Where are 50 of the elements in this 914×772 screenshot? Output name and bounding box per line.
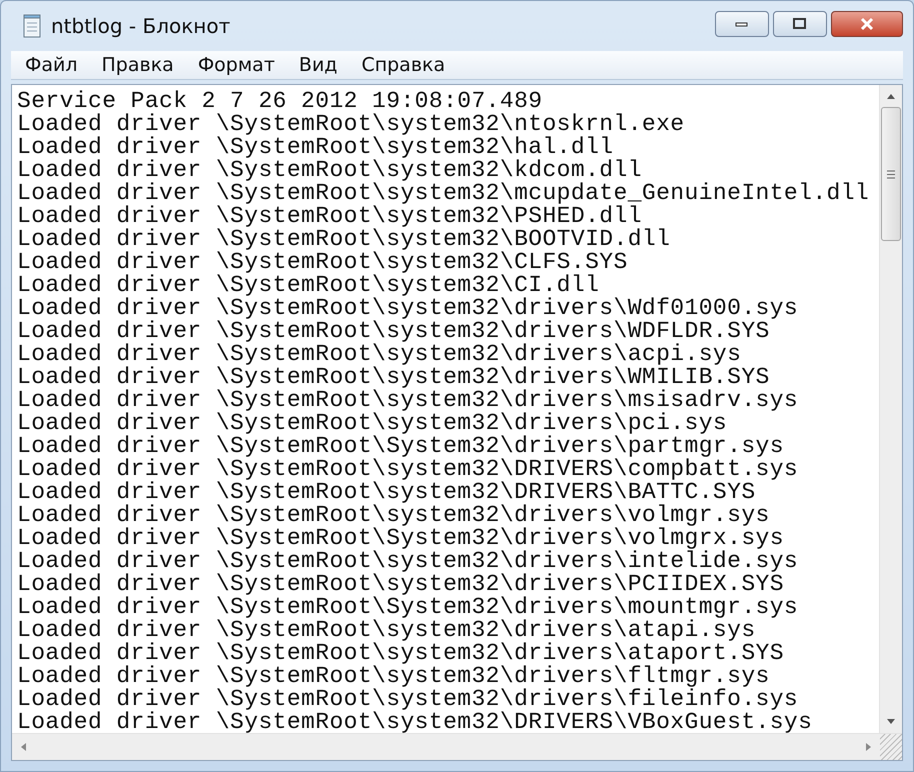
scroll-left-icon[interactable] — [20, 742, 26, 752]
text-line: Loaded driver \SystemRoot\system32\BOOTVID.dll — [17, 228, 670, 251]
text-line: Loaded driver \SystemRoot\system32\DRIVERS\BATTC.SYS — [17, 481, 756, 504]
maximize-button[interactable] — [773, 11, 827, 37]
text-line: Loaded driver \SystemRoot\system32\drivers\acpi.sys — [17, 343, 742, 366]
horizontal-scrollbar[interactable] — [12, 733, 902, 760]
text-line: Loaded driver \SystemRoot\system32\ntoskrnl.exe — [17, 113, 685, 136]
text-line: Loaded driver \SystemRoot\System32\drivers\partmgr.sys — [17, 435, 784, 458]
text-line: Loaded driver \SystemRoot\system32\PSHED.dll — [17, 205, 642, 228]
menu-item[interactable]: Формат — [186, 54, 287, 76]
text-line: Loaded driver \SystemRoot\system32\drivers\pci.sys — [17, 412, 728, 435]
text-line: Loaded driver \SystemRoot\system32\drivers\WMILIB.SYS — [17, 366, 770, 389]
menu-item[interactable]: Справка — [349, 54, 458, 76]
text-line: Service Pack 2 7 26 2012 19:08:07.489 — [17, 90, 542, 113]
text-line: Loaded driver \SystemRoot\system32\drivers\fileinfo.sys — [17, 688, 798, 711]
text-line: Loaded driver \SystemRoot\System32\drivers\volmgrx.sys — [17, 527, 784, 550]
notepad-icon — [23, 14, 41, 38]
scroll-up-icon[interactable] — [886, 93, 896, 99]
minimize-icon — [735, 20, 749, 28]
window-title: ntbtlog - Блокнот — [51, 14, 232, 38]
scroll-right-icon[interactable] — [866, 742, 872, 752]
text-line: Loaded driver \SystemRoot\system32\drivers\Wdf01000.sys — [17, 297, 798, 320]
text-line: Loaded driver \SystemRoot\system32\drivers\PCIIDEX.SYS — [17, 573, 784, 596]
text-line: Loaded driver \SystemRoot\system32\kdcom.dll — [17, 159, 642, 182]
text-line: Loaded driver \SystemRoot\system32\CLFS.SYS — [17, 251, 628, 274]
text-line: Loaded driver \SystemRoot\system32\mcupdate_GenuineIntel.dll — [17, 182, 870, 205]
vertical-scrollbar[interactable] — [879, 85, 902, 733]
grip-icon — [886, 170, 896, 178]
text-line: Loaded driver \SystemRoot\system32\drivers\fltmgr.sys — [17, 665, 770, 688]
maximize-icon — [793, 18, 807, 30]
menu-item[interactable]: Файл — [13, 54, 90, 76]
scroll-thumb[interactable] — [881, 107, 901, 241]
menu-item[interactable]: Правка — [90, 54, 186, 76]
text-line: Loaded driver \SystemRoot\system32\DRIVERS\compbatt.sys — [17, 458, 798, 481]
text-line: Loaded driver \SystemRoot\system32\drivers\intelide.sys — [17, 550, 798, 573]
text-line: Loaded driver \SystemRoot\system32\DRIVERS\VBoxGuest.sys — [17, 711, 812, 733]
close-button[interactable] — [831, 11, 903, 37]
minimize-button[interactable] — [715, 11, 769, 37]
close-icon — [859, 17, 875, 31]
scroll-down-icon[interactable] — [886, 719, 896, 725]
text-line: Loaded driver \SystemRoot\system32\drivers\msisadrv.sys — [17, 389, 798, 412]
menu-item[interactable]: Вид — [286, 54, 350, 76]
text-line: Loaded driver \SystemRoot\system32\drivers\atapi.sys — [17, 619, 756, 642]
text-line: Loaded driver \SystemRoot\System32\drivers\mountmgr.sys — [17, 596, 798, 619]
text-line: Loaded driver \SystemRoot\system32\hal.dll — [17, 136, 614, 159]
text-line: Loaded driver \SystemRoot\system32\drivers\ataport.SYS — [17, 642, 784, 665]
resize-grip-icon[interactable] — [880, 734, 902, 760]
text-line: Loaded driver \SystemRoot\system32\CI.dll — [17, 274, 600, 297]
text-line: Loaded driver \SystemRoot\system32\drivers\WDFLDR.SYS — [17, 320, 770, 343]
text-line: Loaded driver \SystemRoot\system32\drivers\volmgr.sys — [17, 504, 770, 527]
